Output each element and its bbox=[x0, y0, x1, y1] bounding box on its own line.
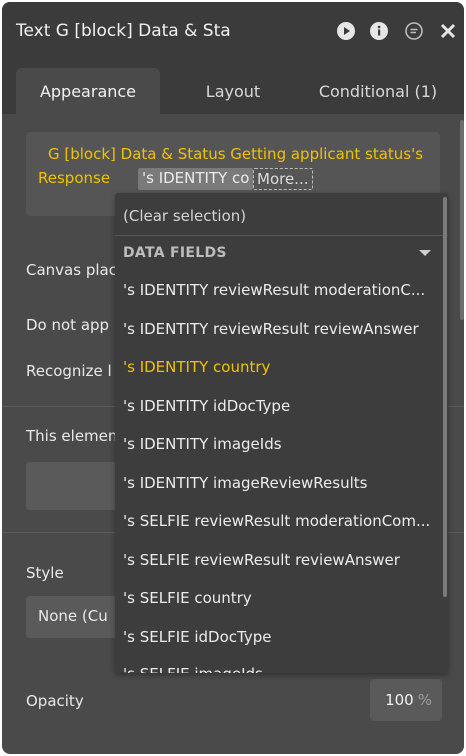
play-icon[interactable] bbox=[336, 21, 356, 41]
dropdown-option[interactable]: 's IDENTITY reviewResult moderationC... bbox=[123, 281, 441, 299]
chevron-down-icon[interactable] bbox=[419, 250, 431, 256]
dropdown-option[interactable]: 's SELFIE idDocType bbox=[123, 628, 441, 646]
panel-header: Text G [block] Data & Sta bbox=[2, 2, 464, 58]
tab-appearance[interactable]: Appearance bbox=[16, 68, 160, 114]
info-icon[interactable] bbox=[369, 21, 389, 41]
dropdown-option[interactable]: 's IDENTITY imageReviewResults bbox=[123, 474, 441, 492]
dynamic-data-dropdown: (Clear selection) DATA FIELDS 's IDENTIT… bbox=[115, 193, 448, 673]
style-value: None (Cu bbox=[38, 607, 108, 625]
style-label: Style bbox=[26, 564, 64, 582]
panel-scrollbar[interactable] bbox=[460, 120, 464, 320]
expression-selected-chip[interactable]: 's IDENTITY co bbox=[138, 168, 254, 190]
canvas-placement-label: Canvas plac bbox=[26, 261, 117, 279]
dropdown-option-highlighted[interactable]: 's IDENTITY country bbox=[123, 358, 441, 376]
panel-title: Text G [block] Data & Sta bbox=[16, 21, 231, 41]
dropdown-option[interactable]: 's IDENTITY reviewResult reviewAnswer bbox=[123, 320, 441, 338]
dropdown-option[interactable]: 's SELFIE reviewResult reviewAnswer bbox=[123, 551, 441, 569]
dropdown-option[interactable]: 's IDENTITY idDocType bbox=[123, 397, 441, 415]
tab-bar: Appearance Layout Conditional (1) bbox=[2, 58, 464, 114]
dropdown-option[interactable]: 's SELFIE reviewResult moderationCom... bbox=[123, 512, 441, 530]
tab-layout[interactable]: Layout bbox=[186, 68, 280, 114]
more-button[interactable]: More... bbox=[253, 168, 313, 190]
this-element-label: This elemen bbox=[26, 427, 118, 445]
dropdown-option[interactable]: 's SELFIE imageIds bbox=[123, 665, 441, 673]
dropdown-scrollbar[interactable] bbox=[443, 197, 447, 597]
tab-conditional[interactable]: Conditional (1) bbox=[308, 68, 448, 114]
do-not-apply-label: Do not app bbox=[26, 316, 110, 334]
property-editor-panel: Text G [block] Data & Sta Appearance Lay… bbox=[2, 2, 464, 754]
dynamic-expression-line1: G [block] Data & Status Getting applican… bbox=[48, 145, 424, 163]
opacity-label: Opacity bbox=[26, 692, 84, 710]
divider bbox=[115, 235, 448, 236]
opacity-input[interactable]: 100 % bbox=[370, 679, 442, 721]
dynamic-expression-line2: Response bbox=[38, 169, 111, 187]
opacity-value: 100 bbox=[385, 691, 414, 709]
dropdown-option[interactable]: 's SELFIE country bbox=[123, 589, 441, 607]
close-icon[interactable] bbox=[438, 21, 458, 41]
clear-selection-option[interactable]: (Clear selection) bbox=[123, 207, 246, 225]
comment-icon[interactable] bbox=[404, 21, 424, 41]
opacity-unit: % bbox=[417, 691, 432, 709]
recognize-label: Recognize l bbox=[26, 362, 112, 380]
data-fields-section-header: DATA FIELDS bbox=[123, 245, 227, 261]
dropdown-option[interactable]: 's IDENTITY imageIds bbox=[123, 435, 441, 453]
